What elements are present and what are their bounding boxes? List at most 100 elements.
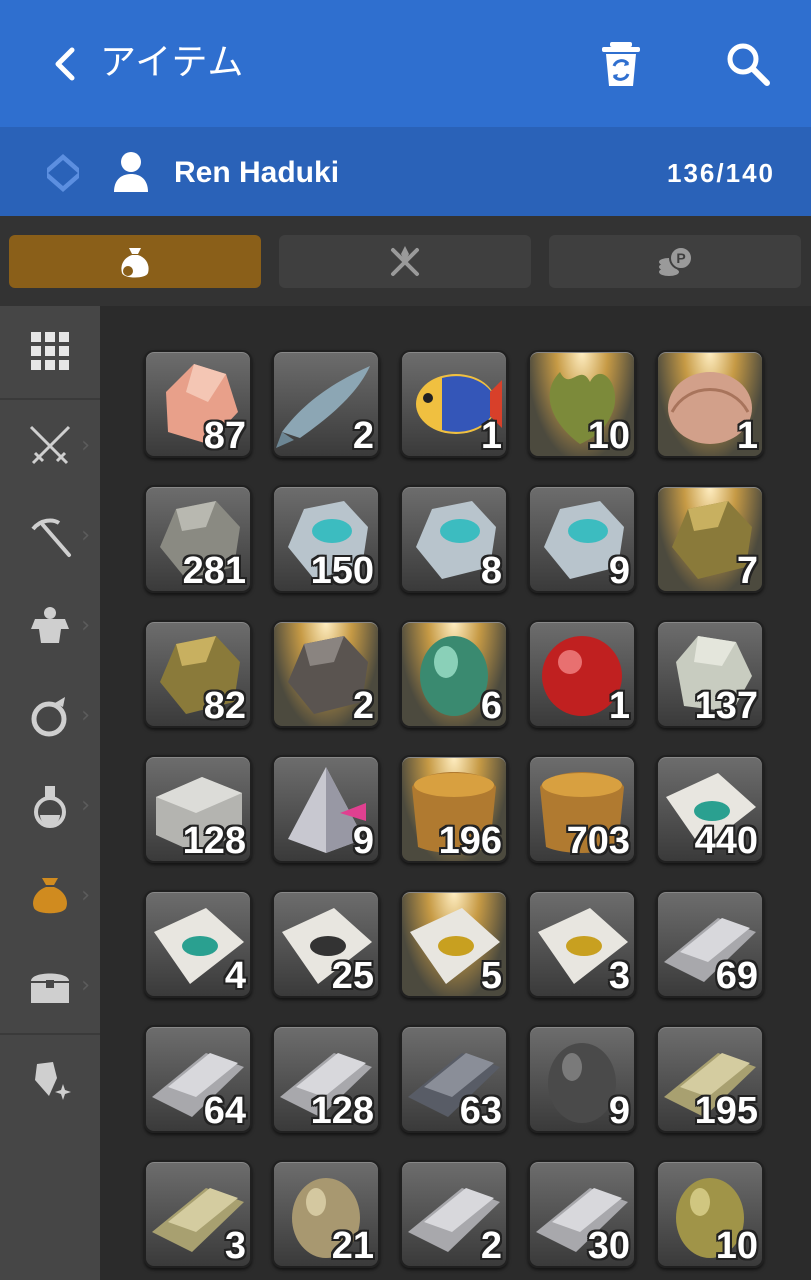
item-quantity: 3 — [608, 955, 630, 997]
sidebar-item-arms[interactable]: › — [0, 401, 100, 491]
item-slot[interactable]: 10 — [656, 1160, 764, 1268]
item-slot[interactable]: 30 — [528, 1160, 636, 1268]
category-sidebar: › › › › › › › — [0, 306, 100, 1280]
item-quantity: 2 — [352, 685, 374, 727]
item-quantity: 7 — [736, 550, 758, 592]
item-slot[interactable]: 87 — [144, 350, 252, 458]
item-quantity: 2 — [352, 415, 374, 457]
item-slot[interactable]: 150 — [272, 485, 380, 593]
item-slot[interactable]: 10 — [528, 350, 636, 458]
item-quantity: 82 — [203, 685, 246, 727]
item-slot[interactable]: 3 — [528, 890, 636, 998]
chevron-right-icon: › — [81, 523, 90, 548]
search-icon[interactable] — [724, 40, 772, 88]
item-slot[interactable]: 128 — [272, 1025, 380, 1133]
item-slot[interactable]: 703 — [528, 755, 636, 863]
item-quantity: 69 — [715, 955, 758, 997]
chest-icon — [31, 973, 69, 1003]
item-quantity: 703 — [566, 820, 630, 862]
sidebar-item-tools[interactable]: › — [0, 491, 100, 581]
sidebar-item-materials[interactable]: › — [0, 851, 100, 941]
item-slot[interactable]: 1 — [656, 350, 764, 458]
item-slot[interactable]: 1 — [528, 620, 636, 728]
item-slot[interactable]: 3 — [144, 1160, 252, 1268]
item-quantity: 137 — [694, 685, 758, 727]
item-slot[interactable]: 9 — [528, 1025, 636, 1133]
sidebar-divider — [0, 1033, 100, 1035]
item-quantity: 25 — [331, 955, 374, 997]
item-slot[interactable]: 7 — [656, 485, 764, 593]
item-slot[interactable]: 6 — [400, 620, 508, 728]
pouch-icon — [33, 878, 67, 914]
item-quantity: 30 — [587, 1225, 630, 1267]
item-quantity: 281 — [182, 550, 246, 592]
item-quantity: 3 — [224, 1225, 246, 1267]
item-quantity: 8 — [480, 550, 502, 592]
character-name: Ren Haduki — [174, 156, 340, 189]
grid-icon — [31, 332, 69, 370]
svg-text:P: P — [676, 250, 685, 266]
tab-crystal[interactable] — [279, 235, 531, 288]
item-quantity: 9 — [608, 550, 630, 592]
item-slot[interactable]: 195 — [656, 1025, 764, 1133]
sidebar-item-chest[interactable]: › — [0, 941, 100, 1031]
item-quantity: 64 — [203, 1090, 246, 1132]
item-quantity: 195 — [694, 1090, 758, 1132]
sidebar-item-all[interactable] — [0, 306, 100, 396]
tab-bag[interactable] — [9, 235, 261, 288]
item-slot[interactable]: 2 — [272, 350, 380, 458]
item-slot[interactable]: 196 — [400, 755, 508, 863]
item-quantity: 6 — [480, 685, 502, 727]
sidebar-item-armor[interactable]: › — [0, 581, 100, 671]
swap-character-icon[interactable] — [44, 150, 82, 196]
item-slot[interactable]: 1 — [400, 350, 508, 458]
flask-icon — [34, 786, 66, 828]
item-slot[interactable]: 128 — [144, 755, 252, 863]
chevron-right-icon: › — [81, 793, 90, 818]
item-slot[interactable]: 25 — [272, 890, 380, 998]
item-slot[interactable]: 82 — [144, 620, 252, 728]
item-slot[interactable]: 9 — [272, 755, 380, 863]
sidebar-item-food[interactable]: › — [0, 671, 100, 761]
item-slot[interactable]: 281 — [144, 485, 252, 593]
recycle-trash-icon[interactable] — [598, 40, 644, 88]
app-header: アイテム — [0, 0, 811, 127]
item-slot[interactable]: 9 — [528, 485, 636, 593]
item-quantity: 150 — [310, 550, 374, 592]
item-slot[interactable]: 69 — [656, 890, 764, 998]
sidebar-item-crystals[interactable] — [0, 1036, 100, 1126]
armor-icon — [31, 607, 69, 643]
item-slot[interactable]: 8 — [400, 485, 508, 593]
food-icon — [31, 697, 67, 737]
item-slot[interactable]: 440 — [656, 755, 764, 863]
item-quantity: 2 — [480, 1225, 502, 1267]
item-slot[interactable]: 4 — [144, 890, 252, 998]
pickaxe-icon — [31, 518, 71, 557]
item-grid: 87 2 1 10 1 281 150 8 9 7 82 2 6 1 137 128 9 196 703 440 4 25… — [100, 306, 811, 1280]
tab-currency[interactable]: P — [549, 235, 801, 288]
item-quantity: 21 — [331, 1225, 374, 1267]
chevron-right-icon: › — [81, 883, 90, 908]
item-quantity: 87 — [203, 415, 246, 457]
item-slot[interactable]: 2 — [272, 620, 380, 728]
item-slot[interactable]: 63 — [400, 1025, 508, 1133]
item-slot[interactable]: 2 — [400, 1160, 508, 1268]
item-slot[interactable]: 137 — [656, 620, 764, 728]
item-quantity: 1 — [736, 415, 758, 457]
shard-icon — [35, 1062, 71, 1100]
chevron-left-icon[interactable] — [48, 44, 84, 84]
sidebar-divider — [0, 398, 100, 400]
item-quantity: 63 — [459, 1090, 502, 1132]
item-slot[interactable]: 5 — [400, 890, 508, 998]
pouch-icon — [121, 247, 149, 277]
sidebar-item-medicine[interactable]: › — [0, 761, 100, 851]
crystal-tools-icon — [391, 245, 419, 276]
item-slot[interactable]: 64 — [144, 1025, 252, 1133]
chevron-right-icon: › — [81, 973, 90, 998]
page-title: アイテム — [100, 42, 245, 83]
item-quantity: 1 — [480, 415, 502, 457]
item-quantity: 196 — [438, 820, 502, 862]
item-quantity: 9 — [352, 820, 374, 862]
item-quantity: 5 — [480, 955, 502, 997]
item-slot[interactable]: 21 — [272, 1160, 380, 1268]
